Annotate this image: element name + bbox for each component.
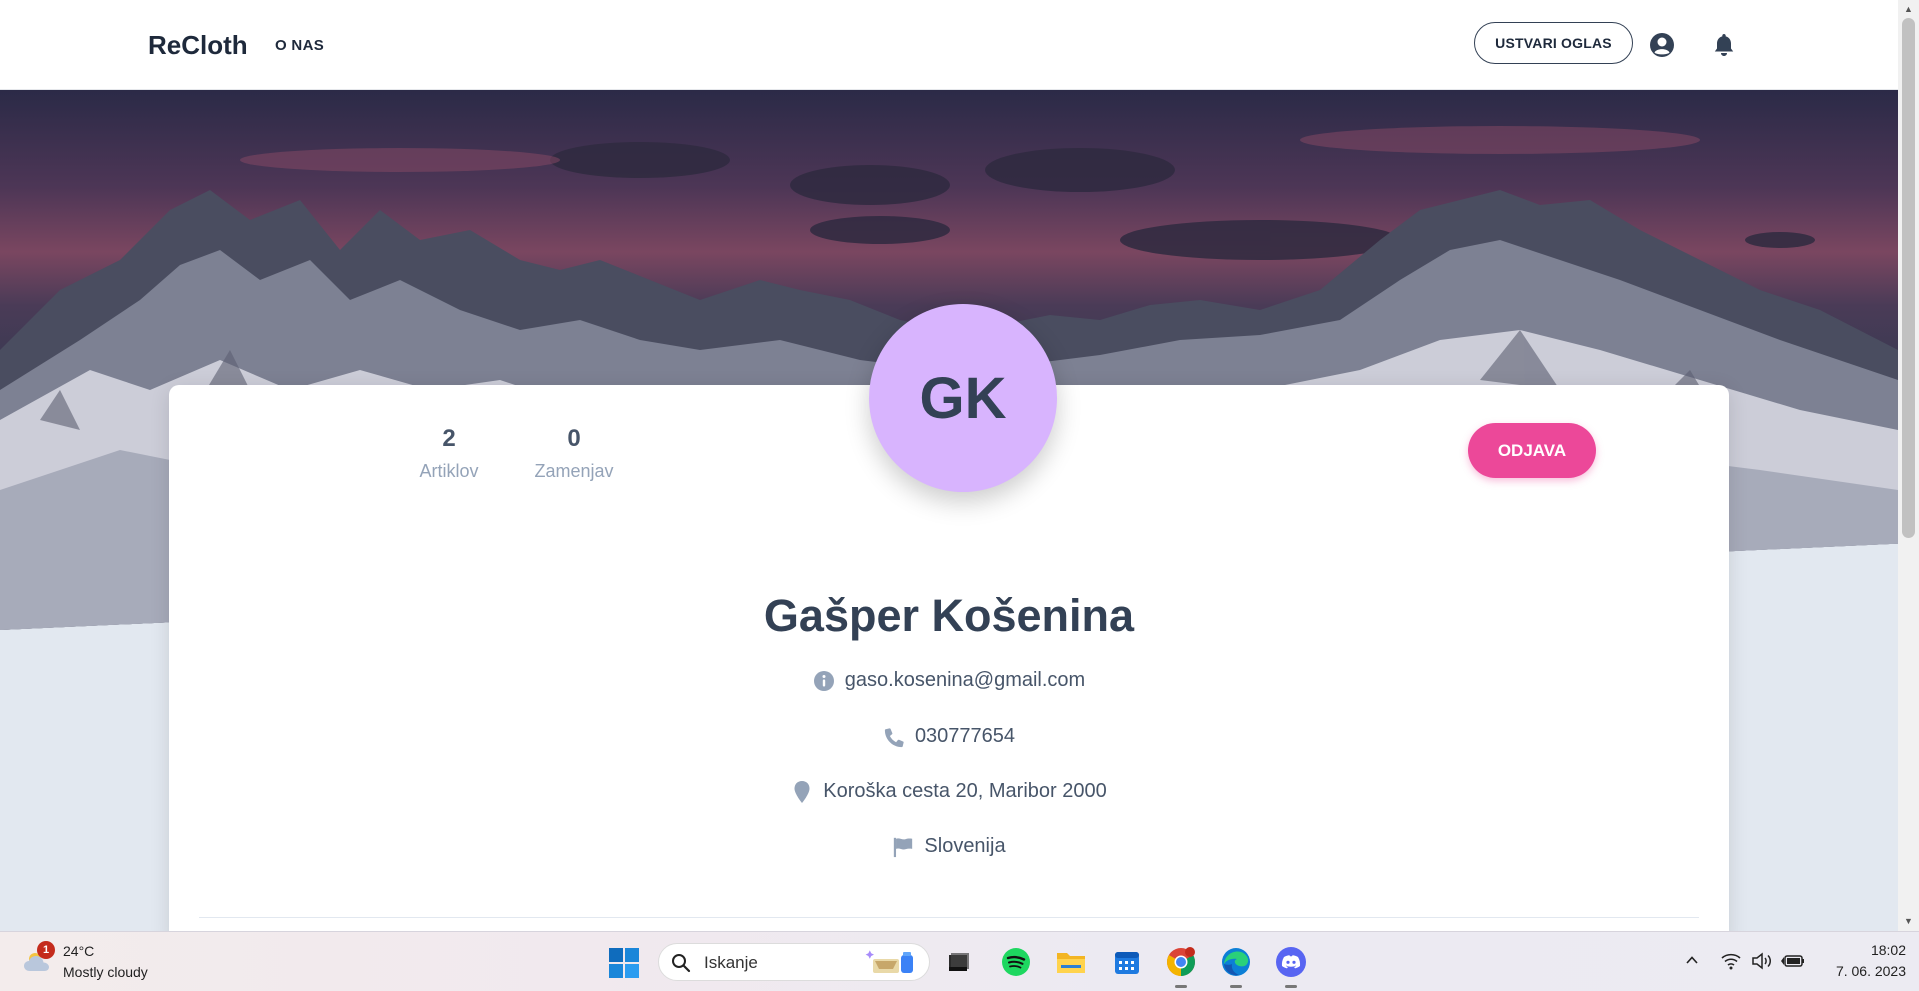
bell-icon[interactable] xyxy=(1711,32,1737,58)
country-row: Slovenija xyxy=(169,835,1729,858)
battery-icon[interactable] xyxy=(1781,951,1805,976)
clock-time[interactable]: 18:02 xyxy=(1820,942,1906,958)
search-highlight-art-icon xyxy=(865,949,921,977)
phone-row: 030777654 xyxy=(169,725,1729,748)
nav-link-about[interactable]: O NAS xyxy=(275,37,324,54)
stat-swaps-value: 0 xyxy=(567,425,581,452)
taskbar-search-box[interactable]: Iskanje xyxy=(658,943,930,981)
stat-articles-label: Artiklov xyxy=(419,461,479,481)
scroll-thumb[interactable] xyxy=(1902,18,1915,538)
map-marker-icon xyxy=(791,780,813,803)
profile-name: Gašper Košenina xyxy=(763,590,1135,641)
stat-articles: 2 Artiklov xyxy=(409,425,489,482)
weather-notification-badge: 1 xyxy=(37,941,55,959)
scroll-down-arrow-icon[interactable]: ▼ xyxy=(1904,916,1913,926)
phone-icon xyxy=(883,726,905,748)
user-circle-icon[interactable] xyxy=(1649,32,1675,58)
calendar-icon[interactable] xyxy=(1110,945,1144,979)
stat-swaps: 0 Zamenjav xyxy=(509,425,639,482)
folder-icon[interactable] xyxy=(1054,945,1088,979)
wifi-icon[interactable] xyxy=(1720,951,1742,976)
search-icon xyxy=(671,953,691,978)
weather-description[interactable]: Mostly cloudy xyxy=(63,964,148,980)
create-ad-button[interactable]: USTVARI OGLAS xyxy=(1474,22,1633,64)
avatar: GK xyxy=(869,304,1057,492)
phone-text: 030777654 xyxy=(914,725,1016,747)
page-scrollbar[interactable]: ▲ ▼ xyxy=(1898,0,1919,931)
email-text: gaso.kosenina@gmail.com xyxy=(844,669,1086,691)
flag-icon xyxy=(892,836,914,858)
top-navbar: ReCloth O NAS USTVARI OGLAS xyxy=(0,0,1898,90)
stat-articles-value: 2 xyxy=(442,425,456,452)
section-divider xyxy=(199,917,1699,918)
email-row: gaso.kosenina@gmail.com xyxy=(169,669,1729,692)
tray-overflow-chevron-icon[interactable] xyxy=(1684,952,1700,973)
edge-icon[interactable] xyxy=(1219,945,1253,988)
clock-date[interactable]: 7. 06. 2023 xyxy=(1812,963,1906,979)
address-text: Koroška cesta 20, Maribor 2000 xyxy=(823,780,1107,802)
country-text: Slovenija xyxy=(924,835,1006,857)
search-placeholder: Iskanje xyxy=(704,953,758,972)
address-row: Koroška cesta 20, Maribor 2000 xyxy=(169,780,1729,803)
stat-swaps-label: Zamenjav xyxy=(534,461,614,481)
brand-logo[interactable]: ReCloth xyxy=(148,30,248,61)
file-explorer-icon-dark[interactable] xyxy=(941,945,975,979)
windows-taskbar: 1 24°C Mostly cloudy Iskanje 18:02 7. 06… xyxy=(0,931,1919,991)
scroll-up-arrow-icon[interactable]: ▲ xyxy=(1904,4,1913,14)
windows-start-icon[interactable] xyxy=(608,947,640,979)
logout-button[interactable]: ODJAVA xyxy=(1468,423,1596,478)
weather-temperature[interactable]: 24°C xyxy=(63,943,94,959)
discord-icon[interactable] xyxy=(1274,945,1308,988)
volume-icon[interactable] xyxy=(1751,951,1773,976)
info-circle-icon xyxy=(813,670,835,692)
spotify-icon[interactable] xyxy=(999,945,1033,979)
chrome-icon[interactable] xyxy=(1164,945,1198,988)
